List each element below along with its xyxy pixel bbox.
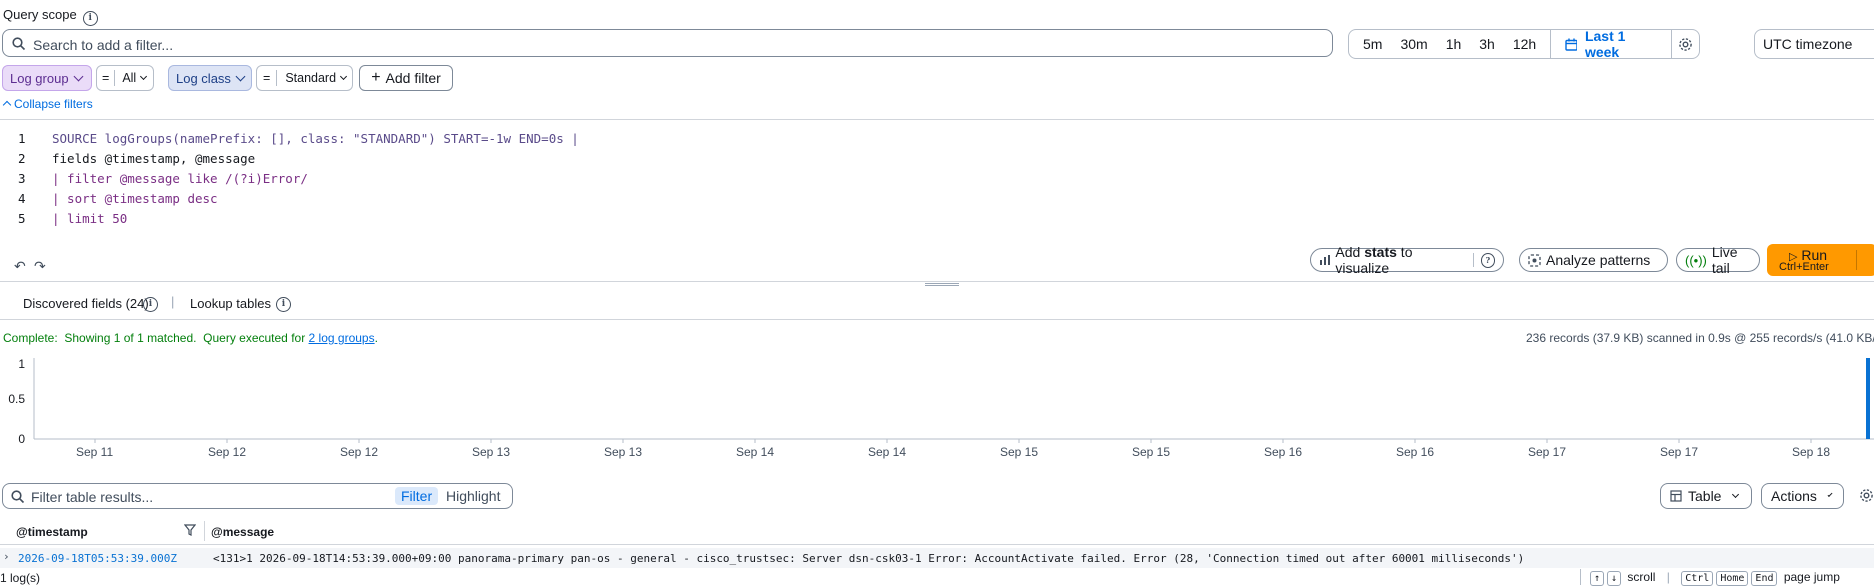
time-range-selector[interactable]: 5m 30m 1h 3h 12h Last 1 week <box>1348 28 1700 60</box>
code-line[interactable]: SOURCE logGroups(namePrefix: [], class: … <box>52 131 579 146</box>
chevron-down-icon <box>340 72 348 81</box>
highlight-toggle[interactable]: Highlight <box>446 488 500 504</box>
analyze-patterns-button[interactable]: Analyze patterns <box>1519 248 1668 272</box>
range-last-week[interactable]: Last 1 week <box>1551 28 1670 60</box>
code-line[interactable]: fields @timestamp, @message <box>52 151 255 166</box>
table-header: @timestamp @message <box>0 517 1874 545</box>
range-30m[interactable]: 30m <box>1391 36 1436 52</box>
search-placeholder: Search to add a filter... <box>33 37 174 53</box>
expand-chevron-icon[interactable]: › <box>3 550 10 563</box>
row-message: <131>1 2026-09-18T14:53:39.000+09:00 pan… <box>213 552 1525 565</box>
help-icon[interactable]: ? <box>1480 252 1495 268</box>
filter-toggle[interactable]: Filter <box>395 487 439 505</box>
table-icon <box>1670 490 1682 502</box>
code-line[interactable]: | filter @message like /(?i)Error/ <box>52 171 308 186</box>
range-1h[interactable]: 1h <box>1437 36 1471 52</box>
range-5m[interactable]: 5m <box>1349 36 1391 52</box>
bar-chart-icon <box>1320 255 1330 265</box>
log-class-token[interactable]: Log class <box>168 65 252 91</box>
run-query-button[interactable]: ▷ Run Ctrl+Enter <box>1767 244 1874 276</box>
line-number: 2 <box>18 151 26 166</box>
search-icon <box>11 490 25 504</box>
log-group-value-select[interactable]: = All <box>96 65 154 91</box>
results-tabs: Discovered fields (24) i | Lookup tables… <box>0 286 1874 320</box>
settings-gear-icon[interactable] <box>1858 487 1874 503</box>
scan-stats: 236 records (37.9 KB) scanned in 0.9s @ … <box>1526 331 1874 345</box>
code-line[interactable]: | limit 50 <box>52 211 127 226</box>
row-timestamp: 2026-09-18T05:53:39.000Z <box>18 552 177 565</box>
settings-gear-icon[interactable] <box>1671 37 1699 52</box>
line-number: 3 <box>18 171 26 186</box>
live-tail-button[interactable]: ((•)) Live tail <box>1676 244 1760 276</box>
log-count: 1 log(s) <box>0 571 41 585</box>
info-icon[interactable]: i <box>82 11 98 26</box>
tab-discovered-fields[interactable]: Discovered fields (24) <box>23 296 149 311</box>
x-tick-label: Sep 13 <box>472 445 511 459</box>
query-status: Complete: Showing 1 of 1 matched. Query … <box>3 331 378 345</box>
x-tick-label: Sep 18 <box>1792 445 1831 459</box>
undo-icon[interactable]: ↶ <box>14 258 26 275</box>
filter-search-input[interactable]: Search to add a filter... <box>2 29 1333 57</box>
pattern-icon <box>1528 253 1541 267</box>
histogram-chart <box>33 358 1874 443</box>
x-tick-label: Sep 14 <box>868 445 907 459</box>
x-tick-label: Sep 13 <box>604 445 643 459</box>
chevron-down-icon <box>1827 491 1833 498</box>
column-message[interactable]: @message <box>211 525 274 539</box>
x-tick-label: Sep 11 <box>76 445 114 459</box>
broadcast-icon: ((•)) <box>1685 252 1707 268</box>
table-filter-placeholder: Filter table results... <box>31 489 154 505</box>
log-group-token[interactable]: Log group <box>2 65 92 91</box>
info-icon[interactable]: i <box>143 297 158 312</box>
range-12h[interactable]: 12h <box>1504 36 1550 52</box>
chevron-down-icon <box>1732 490 1740 499</box>
calendar-icon <box>1565 38 1577 51</box>
chevron-down-icon <box>140 72 148 81</box>
table-filter-input[interactable]: Filter table results... Filter Highlight <box>2 483 513 509</box>
x-tick-label: Sep 16 <box>1264 445 1303 459</box>
x-tick-label: Sep 12 <box>340 445 379 459</box>
search-icon <box>12 37 26 51</box>
code-line[interactable]: | sort @timestamp desc <box>52 191 218 206</box>
log-groups-link[interactable]: 2 log groups <box>309 331 375 345</box>
collapse-filters-link[interactable]: Collapse filters <box>2 97 93 111</box>
x-tick-label: Sep 14 <box>736 445 775 459</box>
query-scope-label: Query scope i <box>3 7 98 26</box>
chevron-down-icon <box>73 71 84 82</box>
redo-icon[interactable]: ↷ <box>34 258 46 275</box>
x-tick-label: Sep 15 <box>1132 445 1171 459</box>
keyboard-hints: ↑ ↓ scroll | Ctrl Home End page jump <box>1590 570 1840 586</box>
x-tick-label: Sep 16 <box>1396 445 1435 459</box>
log-class-value-select[interactable]: = Standard <box>256 65 353 91</box>
chevron-up-icon <box>2 100 12 110</box>
table-footer: 1 log(s) ↑ ↓ scroll | Ctrl Home End page ju… <box>0 567 1874 588</box>
line-number: 5 <box>18 211 26 226</box>
column-timestamp[interactable]: @timestamp <box>16 525 88 539</box>
chart-bar[interactable] <box>1866 358 1870 439</box>
line-number: 4 <box>18 191 26 206</box>
plus-icon: + <box>371 69 381 86</box>
actions-dropdown[interactable]: Actions <box>1761 483 1844 509</box>
range-3h[interactable]: 3h <box>1470 36 1504 52</box>
info-icon[interactable]: i <box>276 297 291 312</box>
chevron-down-icon <box>235 71 246 82</box>
x-tick-label: Sep 17 <box>1528 445 1567 459</box>
x-tick-label: Sep 15 <box>1000 445 1039 459</box>
tab-lookup-tables[interactable]: Lookup tables <box>190 296 271 311</box>
x-tick-label: Sep 12 <box>208 445 247 459</box>
line-number: 1 <box>18 131 26 146</box>
timezone-select[interactable]: UTC timezone <box>1754 29 1874 59</box>
filter-funnel-icon[interactable] <box>184 524 196 536</box>
add-filter-button[interactable]: + Add filter <box>359 65 453 91</box>
x-tick-label: Sep 17 <box>1660 445 1699 459</box>
view-select[interactable]: Table <box>1660 483 1752 509</box>
table-row[interactable]: › 2026-09-18T05:53:39.000Z <131>1 2026-0… <box>0 548 1874 568</box>
add-stats-button[interactable]: Add stats to visualize ? <box>1310 244 1504 276</box>
